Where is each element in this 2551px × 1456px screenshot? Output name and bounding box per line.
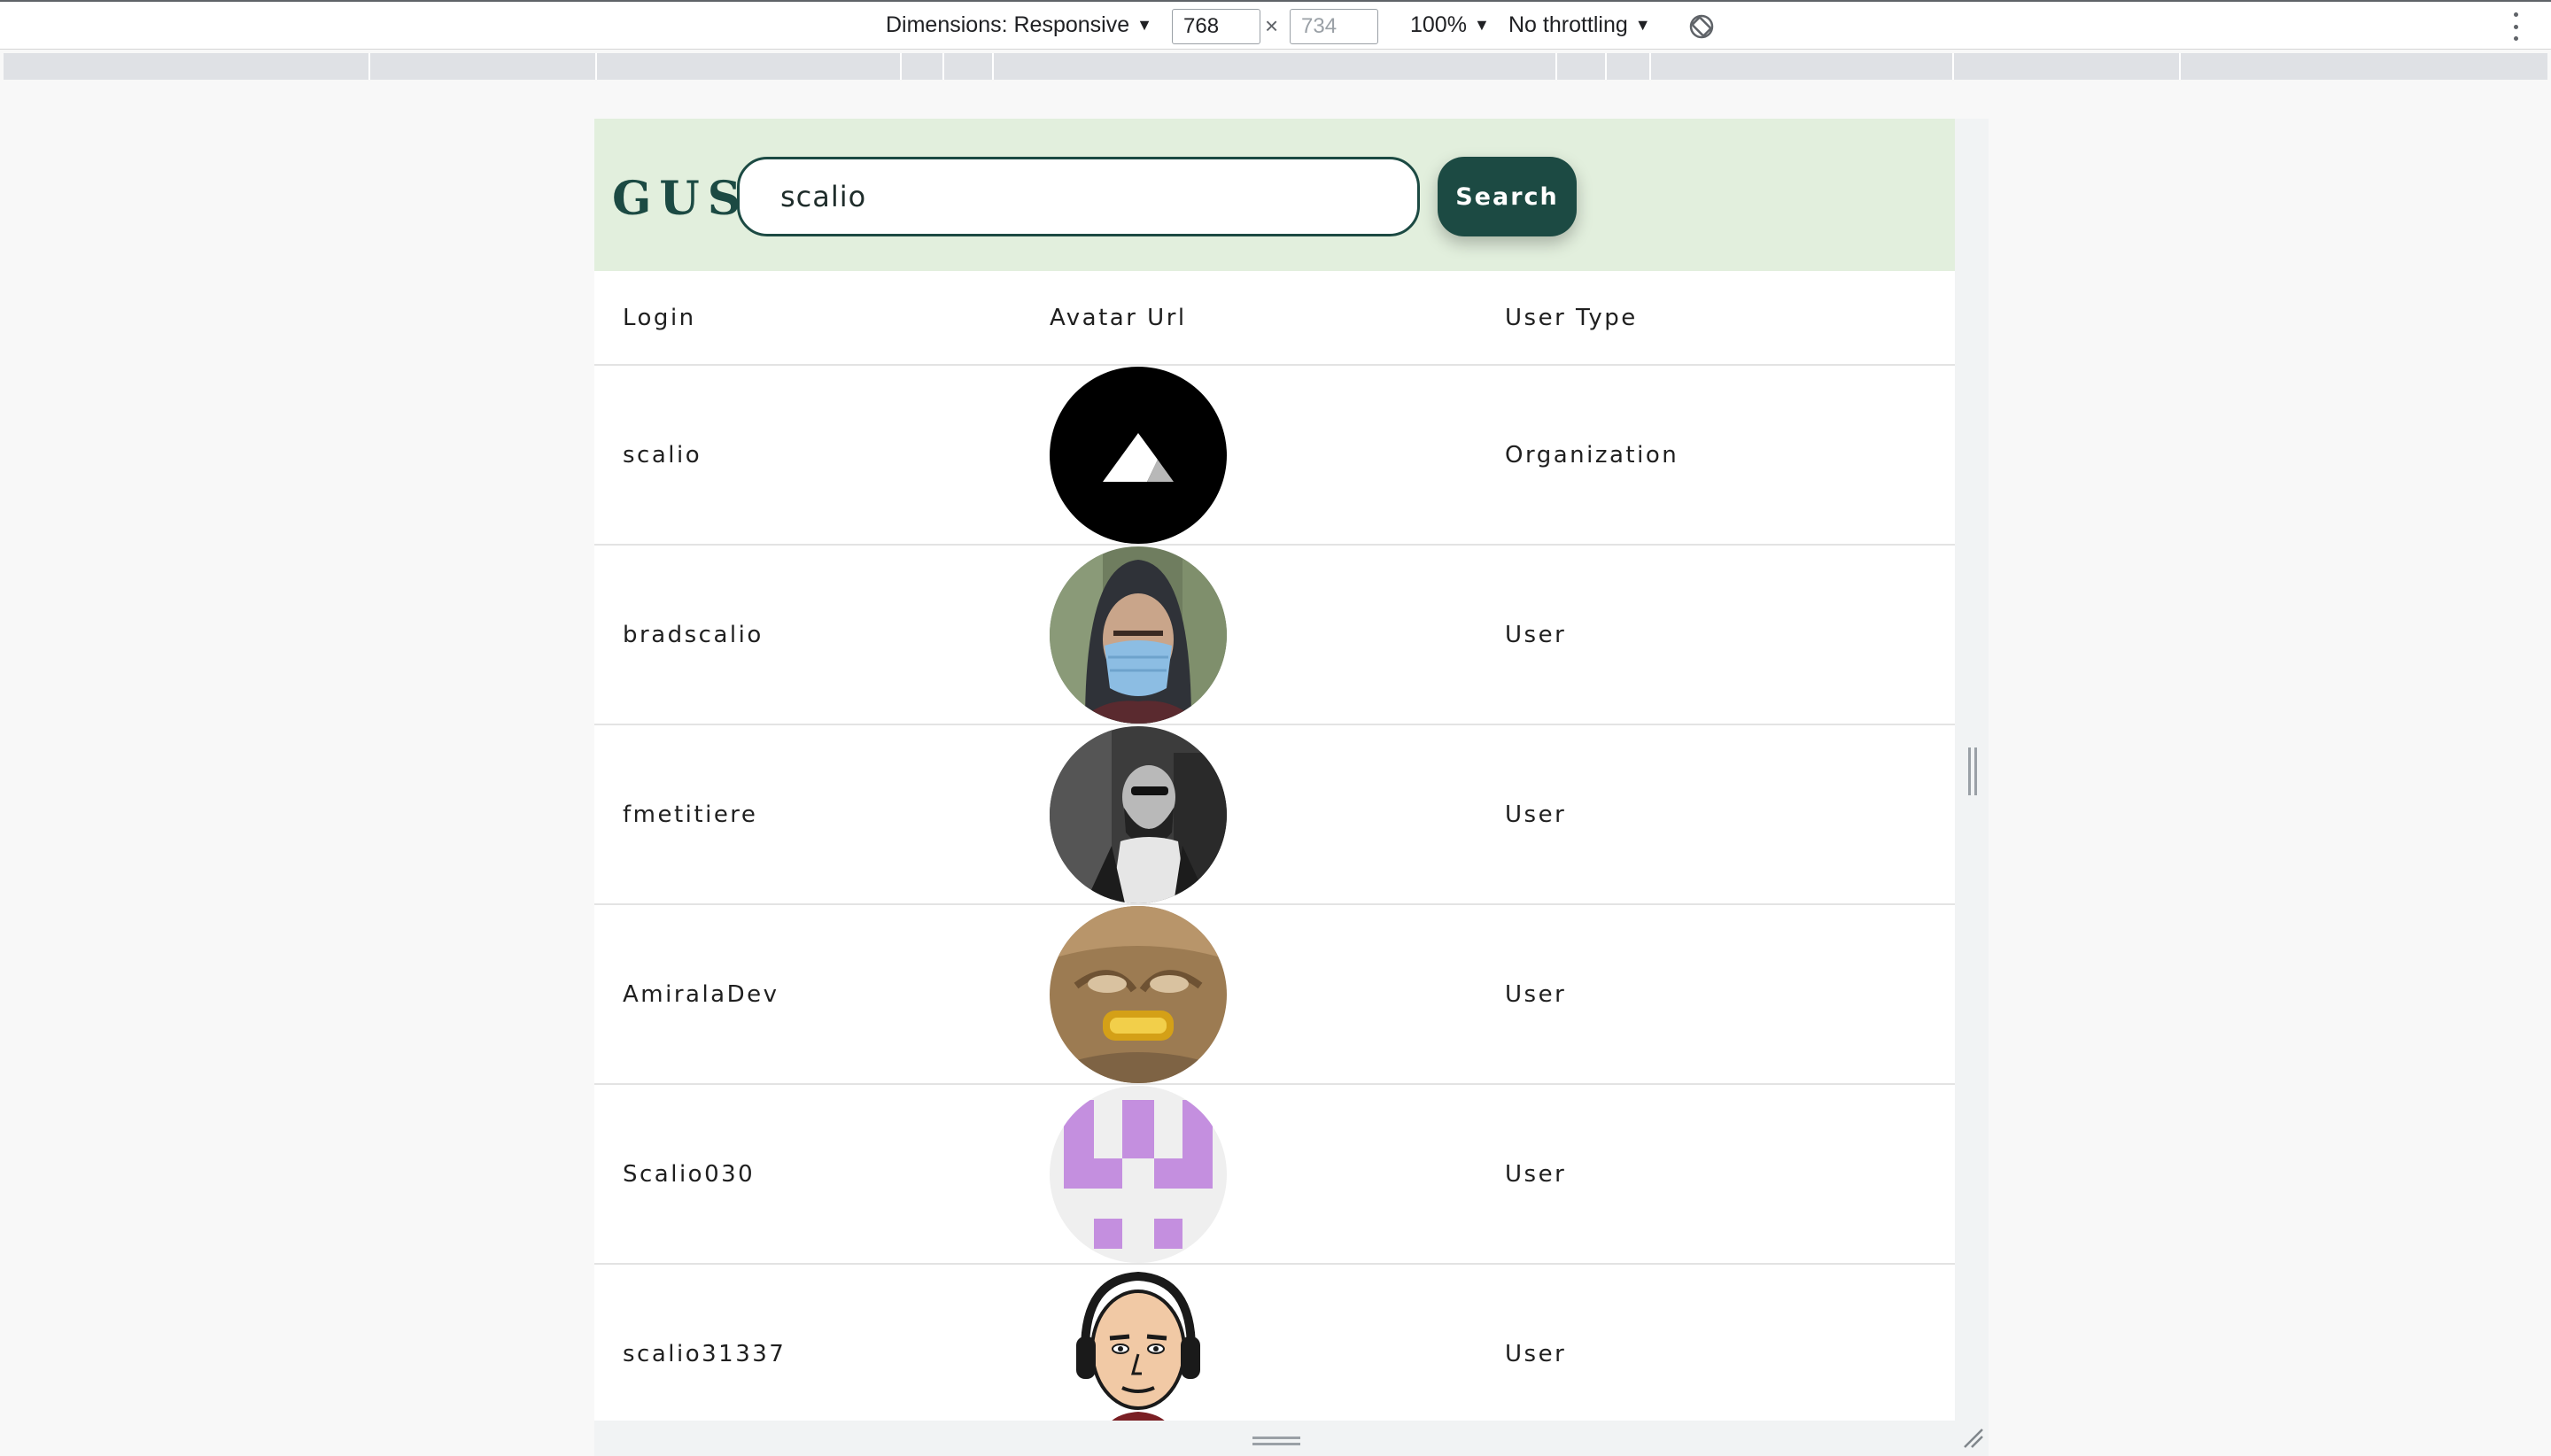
- resize-handle-width[interactable]: [1968, 747, 1977, 795]
- login-cell: bradscalio: [594, 545, 1050, 725]
- user-type-cell: User: [1505, 724, 1955, 905]
- zoom-dropdown[interactable]: 100% ▼: [1410, 12, 1490, 38]
- table-row[interactable]: bradscalio User: [594, 545, 1955, 725]
- search-input[interactable]: [737, 157, 1420, 236]
- user-type-cell: User: [1505, 1264, 1955, 1421]
- avatar-cell: [1050, 904, 1505, 1085]
- bw-bearded-man-avatar: [1050, 725, 1227, 903]
- login-cell: fmetitiere: [594, 724, 1050, 905]
- height-input[interactable]: [1290, 9, 1378, 44]
- masked-person-avatar: [1050, 546, 1227, 724]
- resize-handle-height[interactable]: [1252, 1437, 1300, 1445]
- column-header-avatar-url[interactable]: Avatar Url: [1050, 271, 1505, 366]
- throttling-dropdown[interactable]: No throttling ▼: [1508, 12, 1651, 38]
- device-viewport: GUS Search Login Avatar Url User Type sc…: [594, 119, 1955, 1421]
- throttling-label: No throttling: [1508, 12, 1628, 37]
- table-header-row: Login Avatar Url User Type: [594, 271, 1955, 366]
- devtools-device-toolbar: Dimensions: Responsive ▼ × 100% ▼ No thr…: [0, 0, 2551, 50]
- scalio-logo-avatar: [1050, 366, 1227, 544]
- identicon-avatar: [1050, 1085, 1227, 1263]
- app-header: GUS Search: [594, 119, 1955, 271]
- users-table: Login Avatar Url User Type scalio Organi…: [594, 271, 1955, 1421]
- login-cell: Scalio030: [594, 1084, 1050, 1265]
- golden-face-avatar: [1050, 905, 1227, 1083]
- chevron-down-icon: ▼: [1136, 16, 1152, 34]
- media-query-bar[interactable]: [4, 53, 2547, 80]
- avatar-cell: [1050, 365, 1505, 546]
- column-header-user-type[interactable]: User Type: [1505, 271, 1955, 366]
- user-type-cell: User: [1505, 1084, 1955, 1265]
- user-type-cell: User: [1505, 904, 1955, 1085]
- resize-corner-icon[interactable]: [1961, 1426, 1984, 1449]
- avatar-cell: [1050, 545, 1505, 725]
- app-logo: GUS: [612, 172, 749, 226]
- table-row[interactable]: scalio31337 User: [594, 1264, 1955, 1421]
- dimensions-dropdown[interactable]: Dimensions: Responsive ▼: [886, 12, 1152, 38]
- user-type-cell: User: [1505, 545, 1955, 725]
- table-row[interactable]: Scalio030 User: [594, 1084, 1955, 1265]
- rotate-icon[interactable]: [1688, 13, 1715, 40]
- cartoon-man-headphones-avatar: [1050, 1265, 1227, 1421]
- login-cell: scalio31337: [594, 1264, 1050, 1421]
- search-button[interactable]: Search: [1438, 157, 1577, 236]
- user-type-cell: Organization: [1505, 365, 1955, 546]
- avatar-cell: [1050, 1264, 1505, 1421]
- column-header-login[interactable]: Login: [594, 271, 1050, 366]
- times-symbol: ×: [1265, 12, 1279, 39]
- table-row[interactable]: fmetitiere User: [594, 724, 1955, 905]
- table-row[interactable]: AmiralaDev User: [594, 904, 1955, 1085]
- zoom-label: 100%: [1410, 12, 1467, 37]
- chevron-down-icon: ▼: [1634, 16, 1651, 34]
- dimensions-label: Dimensions: Responsive: [886, 12, 1130, 37]
- avatar-cell: [1050, 724, 1505, 905]
- width-input[interactable]: [1172, 9, 1260, 44]
- login-cell: AmiralaDev: [594, 904, 1050, 1085]
- login-cell: scalio: [594, 365, 1050, 546]
- kebab-icon[interactable]: [2512, 12, 2519, 41]
- chevron-down-icon: ▼: [1473, 16, 1490, 34]
- table-row[interactable]: scalio Organization: [594, 365, 1955, 546]
- avatar-cell: [1050, 1084, 1505, 1265]
